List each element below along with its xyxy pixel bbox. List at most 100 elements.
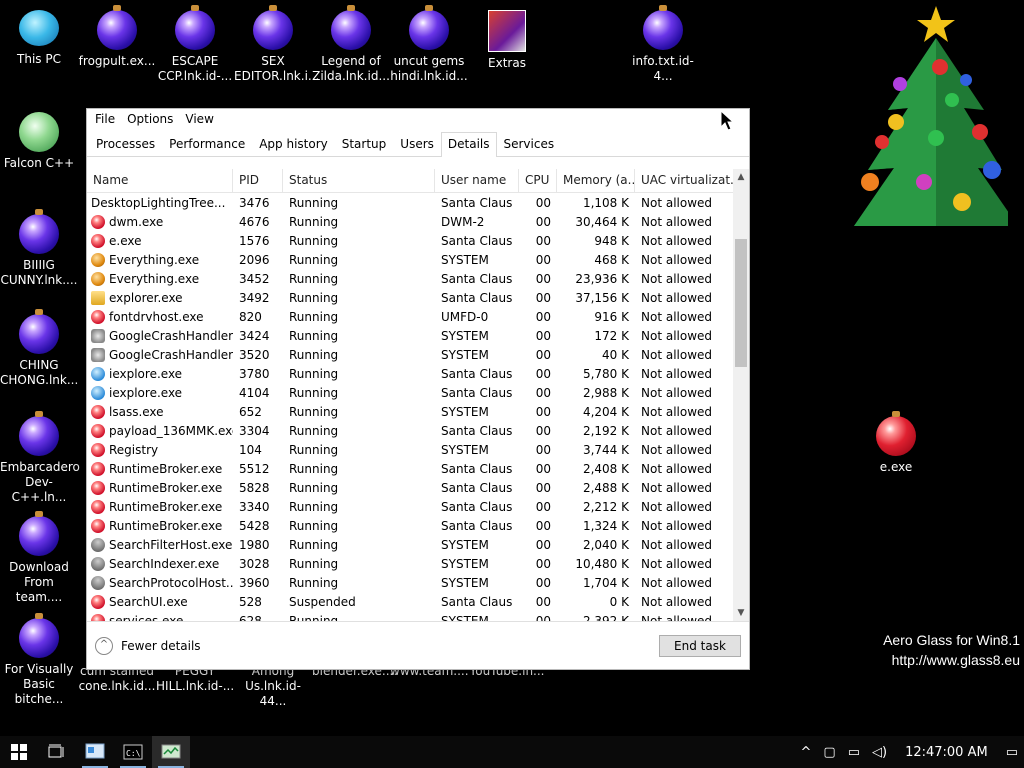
table-row[interactable]: RuntimeBroker.exe 3340 Running Santa Claus 0… <box>87 497 749 516</box>
start-button[interactable] <box>0 736 38 768</box>
table-row[interactable]: Everything.exe 2096 Running SYSTEM 00 468 K No… <box>87 250 749 269</box>
process-name-cell: GoogleCrashHandler... <box>87 347 233 362</box>
process-name-cell: services.exe <box>87 613 233 621</box>
process-icon <box>91 537 105 552</box>
user-cell: SYSTEM <box>441 613 489 622</box>
command-prompt-icon: C:\ <box>123 744 143 760</box>
table-row[interactable]: Registry 104 Running SYSTEM 00 3,744 K Not all… <box>87 440 749 459</box>
column-header-memory[interactable]: Memory (a... <box>557 169 635 193</box>
pid-cell: 628 <box>239 613 262 622</box>
taskbar-app-control-panel[interactable] <box>76 736 114 768</box>
column-header-uac[interactable]: UAC virtualizat... <box>635 169 737 193</box>
show-hidden-icons-icon[interactable]: ^ <box>794 745 817 760</box>
cpu-cell: 00 <box>535 328 551 343</box>
user-cell: Santa Claus <box>441 499 513 514</box>
user-cell: UMFD-0 <box>441 309 489 324</box>
table-row[interactable]: iexplore.exe 4104 Running Santa Claus 00 2,98… <box>87 383 749 402</box>
tab-details[interactable]: Details <box>440 132 497 157</box>
table-row[interactable]: iexplore.exe 3780 Running Santa Claus 00 5,78… <box>87 364 749 383</box>
user-cell: SYSTEM <box>441 347 489 362</box>
desktop-icon-frogpult[interactable]: frogpult.ex... <box>78 5 156 69</box>
table-row[interactable]: DesktopLightingTree... 3476 Running Santa C… <box>87 193 749 212</box>
cpu-cell: 00 <box>535 575 551 590</box>
end-task-button[interactable]: End task <box>659 634 741 657</box>
desktop-icon-legend-of-zilda[interactable]: Legend of Zilda.lnk.id... <box>312 5 390 84</box>
table-row[interactable]: GoogleCrashHandler... 3424 Running SYSTEM 00… <box>87 326 749 345</box>
desktop-icon-download[interactable]: Download From team.... <box>0 511 78 605</box>
task-view-button[interactable] <box>38 736 76 768</box>
network-icon[interactable]: ▭ <box>842 745 866 760</box>
pid-cell: 4676 <box>239 214 270 229</box>
taskbar-app-task-manager[interactable] <box>152 736 190 768</box>
table-row[interactable]: SearchIndexer.exe 3028 Running SYSTEM 00 10,4… <box>87 554 749 573</box>
desktop-icon-biiiig[interactable]: BIIIIG CUNNY.lnk.... <box>0 209 78 288</box>
menu-view[interactable]: View <box>179 112 219 126</box>
tab-processes[interactable]: Processes <box>89 132 162 156</box>
process-icon <box>91 613 105 621</box>
status-cell: Running <box>289 575 339 590</box>
table-row[interactable]: explorer.exe 3492 Running Santa Claus 00 37,1… <box>87 288 749 307</box>
desktop-icon-sex-editor[interactable]: SEX EDITOR.lnk.i... <box>234 5 319 84</box>
table-row[interactable]: SearchUI.exe 528 Suspended Santa Claus 00 0 K… <box>87 592 749 611</box>
desktop-icon-uncut-gems[interactable]: uncut gems hindi.lnk.id... <box>390 5 468 84</box>
table-row[interactable]: RuntimeBroker.exe 5428 Running Santa Claus 0… <box>87 516 749 535</box>
table-row[interactable]: e.exe 1576 Running Santa Claus 00 948 K Not al… <box>87 231 749 250</box>
uac-cell: Not allowed <box>641 556 713 571</box>
ornament-icon <box>97 5 137 50</box>
desktop-icon-e-exe[interactable]: e.exe <box>857 411 935 475</box>
table-row[interactable]: fontdrvhost.exe 820 Running UMFD-0 00 916 K No… <box>87 307 749 326</box>
scroll-up-icon[interactable]: ▲ <box>733 169 749 185</box>
table-row[interactable]: services.exe 628 Running SYSTEM 00 2,392 K Not… <box>87 611 749 621</box>
clock[interactable]: 12:47:00 AM <box>893 745 1000 760</box>
table-row[interactable]: dwm.exe 4676 Running DWM-2 00 30,464 K Not all… <box>87 212 749 231</box>
ornament-icon <box>19 613 59 658</box>
process-icon <box>91 214 105 229</box>
table-row[interactable]: GoogleCrashHandler... 3520 Running SYSTEM 00… <box>87 345 749 364</box>
status-cell: Running <box>289 537 339 552</box>
tab-app-history[interactable]: App history <box>252 132 335 156</box>
scroll-down-icon[interactable]: ▼ <box>733 605 749 621</box>
desktop-icon-visually-basic[interactable]: For Visually Basic bitche... <box>0 613 78 707</box>
notification-area-icon[interactable]: ▢ <box>817 745 841 760</box>
column-header-pid[interactable]: PID <box>233 169 283 193</box>
desktop-icon-extras[interactable]: Extras <box>468 10 546 71</box>
tab-users[interactable]: Users <box>393 132 441 156</box>
pid-cell: 528 <box>239 594 262 609</box>
table-row[interactable]: Everything.exe 3452 Running Santa Claus 00 23… <box>87 269 749 288</box>
menu-options[interactable]: Options <box>121 112 179 126</box>
menu-file[interactable]: File <box>89 112 121 126</box>
desktop-icon-falcon-cpp[interactable]: Falcon C++ <box>0 112 78 171</box>
memory-cell: 2,040 K <box>582 537 629 552</box>
tab-startup[interactable]: Startup <box>335 132 394 156</box>
process-name-cell: Everything.exe <box>87 252 233 267</box>
fewer-details-button[interactable]: ^ Fewer details <box>95 636 201 655</box>
scroll-thumb[interactable] <box>735 239 747 367</box>
desktop-icon-ching-chong[interactable]: CHING CHONG.lnk... <box>0 309 78 388</box>
volume-icon[interactable]: ◁) <box>866 745 893 760</box>
column-header-name[interactable]: ^ Name <box>87 169 233 193</box>
table-row[interactable]: RuntimeBroker.exe 5828 Running Santa Claus 0… <box>87 478 749 497</box>
tab-performance[interactable]: Performance <box>162 132 252 156</box>
user-cell: Santa Claus <box>441 290 513 305</box>
desktop-icon-info-txt[interactable]: info.txt.id-4... <box>624 5 702 84</box>
action-center-icon[interactable]: ▭ <box>1000 745 1024 760</box>
column-header-user[interactable]: User name <box>435 169 519 193</box>
table-row[interactable]: lsass.exe 652 Running SYSTEM 00 4,204 K Not al… <box>87 402 749 421</box>
table-row[interactable]: RuntimeBroker.exe 5512 Running Santa Claus 0… <box>87 459 749 478</box>
table-row[interactable]: SearchFilterHost.exe 1980 Running SYSTEM 00 2… <box>87 535 749 554</box>
tab-services[interactable]: Services <box>497 132 562 156</box>
status-cell: Running <box>289 442 339 457</box>
task-manager-window[interactable]: File Options View Processes Performance … <box>86 108 750 670</box>
desktop-icon-among-us[interactable]: Among Us.lnk.id-44... <box>234 664 312 709</box>
table-row[interactable]: SearchProtocolHost.... 3960 Running SYSTEM 0… <box>87 573 749 592</box>
taskbar-app-cmd[interactable]: C:\ <box>114 736 152 768</box>
desktop-icon-this-pc[interactable]: This PC <box>0 10 78 67</box>
user-cell: SYSTEM <box>441 328 489 343</box>
desktop-icon-embarcadero[interactable]: Embarcadero Dev-C++.ln... <box>0 411 80 505</box>
desktop-icon-escape-ccp[interactable]: ESCAPE CCP.lnk.id-... <box>156 5 234 84</box>
vertical-scrollbar[interactable]: ▲ ▼ <box>733 169 749 621</box>
column-header-cpu[interactable]: CPU <box>519 169 557 193</box>
table-row[interactable]: payload_136MMK.exe 3304 Running Santa Claus… <box>87 421 749 440</box>
column-header-status[interactable]: Status <box>283 169 435 193</box>
uac-cell: Not allowed <box>641 290 713 305</box>
